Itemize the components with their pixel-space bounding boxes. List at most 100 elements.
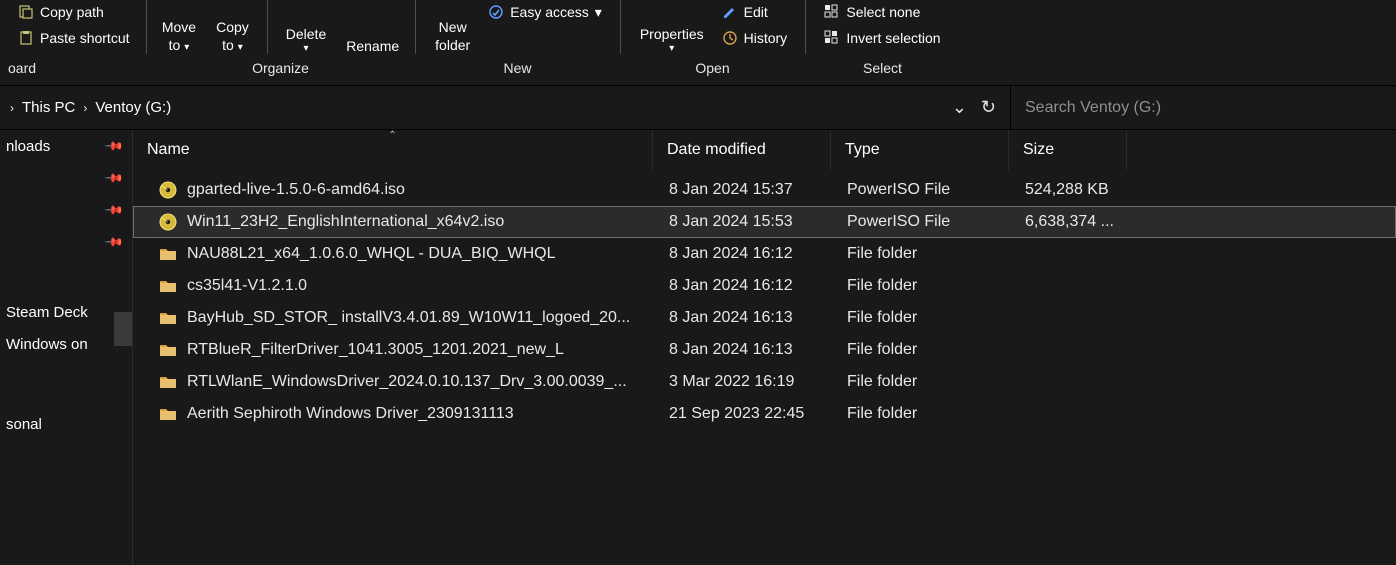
new-folder-button[interactable]: Newfolder bbox=[427, 0, 478, 54]
edit-button[interactable]: Edit bbox=[716, 0, 794, 24]
cell-date: 21 Sep 2023 22:45 bbox=[669, 405, 847, 423]
pin-icon: 📌 bbox=[104, 232, 124, 252]
sidebar-scrollbar-thumb[interactable] bbox=[114, 312, 132, 346]
address-bar: › This PC › Ventoy (G:) ⌄ ↻ bbox=[0, 86, 1396, 130]
column-header-date[interactable]: Date modified bbox=[653, 130, 831, 170]
select-none-label: Select none bbox=[846, 4, 920, 20]
copy-to-button[interactable]: Copyto ▾ bbox=[208, 0, 257, 54]
ribbon-group-select-label: Select bbox=[863, 54, 902, 84]
rename-label: Rename bbox=[346, 38, 399, 54]
copy-to-label: Copyto ▾ bbox=[216, 18, 249, 54]
disc-icon bbox=[159, 213, 177, 231]
sidebar-item[interactable]: 📌 bbox=[0, 226, 132, 258]
ribbon-group-clipboard: Copy path Paste shortcut oard bbox=[0, 0, 142, 84]
easy-access-button[interactable]: Easy access ▾ bbox=[482, 0, 608, 24]
table-row[interactable]: NAU88L21_x64_1.0.6.0_WHQL - DUA_BIQ_WHQL… bbox=[133, 238, 1396, 270]
invert-selection-label: Invert selection bbox=[846, 30, 940, 46]
cell-date: 8 Jan 2024 15:37 bbox=[669, 181, 847, 199]
column-header-type-label: Type bbox=[845, 141, 880, 159]
ribbon-separator bbox=[146, 0, 147, 54]
navigation-sidebar[interactable]: nloads 📌 📌 📌 📌 Steam Deck Windows on son… bbox=[0, 130, 132, 565]
copy-path-icon bbox=[18, 4, 34, 20]
edit-icon bbox=[722, 4, 738, 20]
sidebar-item[interactable]: 📌 bbox=[0, 194, 132, 226]
copy-path-button[interactable]: Copy path bbox=[12, 0, 136, 24]
cell-date: 8 Jan 2024 15:53 bbox=[669, 213, 847, 231]
folder-icon bbox=[159, 309, 177, 327]
cell-name: BayHub_SD_STOR_ installV3.4.01.89_W10W11… bbox=[133, 309, 669, 327]
cell-type: PowerISO File bbox=[847, 181, 1025, 199]
ribbon-separator bbox=[415, 0, 416, 54]
history-icon bbox=[722, 30, 738, 46]
history-label: History bbox=[744, 30, 788, 46]
ribbon-group-new: Newfolder Easy access ▾ New bbox=[420, 0, 616, 84]
copy-path-label: Copy path bbox=[40, 4, 104, 20]
breadcrumb-sep-icon: › bbox=[83, 101, 87, 115]
cell-date: 8 Jan 2024 16:13 bbox=[669, 309, 847, 327]
delete-label: Delete bbox=[286, 26, 326, 42]
cell-name: NAU88L21_x64_1.0.6.0_WHQL - DUA_BIQ_WHQL bbox=[133, 245, 669, 263]
cell-type: File folder bbox=[847, 341, 1025, 359]
sort-indicator-icon: ⌃ bbox=[388, 130, 396, 141]
paste-shortcut-button[interactable]: Paste shortcut bbox=[12, 26, 136, 50]
ribbon-group-select: Select none Invert selection Select bbox=[810, 0, 956, 84]
column-header-name[interactable]: Name ⌃ bbox=[133, 130, 653, 170]
folder-icon bbox=[159, 245, 177, 263]
cell-type: PowerISO File bbox=[847, 213, 1025, 231]
pin-icon: 📌 bbox=[104, 200, 124, 220]
column-header-size[interactable]: Size bbox=[1009, 130, 1127, 170]
file-name: Aerith Sephiroth Windows Driver_23091311… bbox=[187, 405, 514, 423]
properties-label: Properties bbox=[640, 26, 704, 42]
breadcrumb[interactable]: › This PC › Ventoy (G:) bbox=[0, 86, 946, 129]
breadcrumb-sep-icon: › bbox=[10, 101, 14, 115]
search-input[interactable] bbox=[1025, 99, 1382, 117]
disc-icon bbox=[159, 181, 177, 199]
history-button[interactable]: History bbox=[716, 26, 794, 50]
breadcrumb-current[interactable]: Ventoy (G:) bbox=[95, 99, 171, 116]
rename-button[interactable]: Rename bbox=[338, 0, 407, 54]
breadcrumb-this-pc[interactable]: This PC bbox=[22, 99, 75, 116]
file-name: BayHub_SD_STOR_ installV3.4.01.89_W10W11… bbox=[187, 309, 630, 327]
chevron-down-icon: ▾ bbox=[669, 44, 674, 54]
ribbon-group-open: Properties ▾ Edit History Open bbox=[625, 0, 801, 84]
ribbon-separator bbox=[805, 0, 806, 54]
table-row[interactable]: gparted-live-1.5.0-6-amd64.iso8 Jan 2024… bbox=[133, 174, 1396, 206]
refresh-button[interactable]: ↻ bbox=[981, 97, 996, 118]
properties-button[interactable]: Properties ▾ bbox=[632, 0, 712, 54]
column-header-type[interactable]: Type bbox=[831, 130, 1009, 170]
sidebar-item-steam-deck[interactable]: Steam Deck bbox=[0, 296, 132, 328]
table-row[interactable]: BayHub_SD_STOR_ installV3.4.01.89_W10W11… bbox=[133, 302, 1396, 334]
cell-type: File folder bbox=[847, 309, 1025, 327]
cell-name: RTLWlanE_WindowsDriver_2024.0.10.137_Drv… bbox=[133, 373, 669, 391]
file-name: RTLWlanE_WindowsDriver_2024.0.10.137_Drv… bbox=[187, 373, 627, 391]
search-box[interactable] bbox=[1010, 86, 1396, 129]
table-row[interactable]: RTLWlanE_WindowsDriver_2024.0.10.137_Drv… bbox=[133, 366, 1396, 398]
cell-type: File folder bbox=[847, 245, 1025, 263]
select-none-button[interactable]: Select none bbox=[818, 0, 946, 24]
paste-shortcut-icon bbox=[18, 30, 34, 46]
table-row[interactable]: Aerith Sephiroth Windows Driver_23091311… bbox=[133, 398, 1396, 430]
table-row[interactable]: cs35l41-V1.2.1.08 Jan 2024 16:12File fol… bbox=[133, 270, 1396, 302]
pin-icon: 📌 bbox=[104, 136, 124, 156]
sidebar-item-label: sonal bbox=[6, 416, 42, 433]
table-row[interactable]: Win11_23H2_EnglishInternational_x64v2.is… bbox=[133, 206, 1396, 238]
sidebar-item-downloads[interactable]: nloads 📌 bbox=[0, 130, 132, 162]
cell-size: 524,288 KB bbox=[1025, 181, 1143, 199]
cell-date: 3 Mar 2022 16:19 bbox=[669, 373, 847, 391]
ribbon-group-open-label: Open bbox=[695, 54, 729, 84]
ribbon-group-new-label: New bbox=[503, 54, 531, 84]
cell-date: 8 Jan 2024 16:12 bbox=[669, 277, 847, 295]
table-row[interactable]: RTBlueR_FilterDriver_1041.3005_1201.2021… bbox=[133, 334, 1396, 366]
delete-button[interactable]: Delete ▾ bbox=[278, 0, 334, 54]
chevron-down-icon: ▾ bbox=[595, 4, 602, 21]
ribbon-group-organize-label: Organize bbox=[252, 54, 309, 84]
sidebar-item[interactable]: 📌 bbox=[0, 162, 132, 194]
main-split: nloads 📌 📌 📌 📌 Steam Deck Windows on son… bbox=[0, 130, 1396, 565]
sidebar-item-windows-on[interactable]: Windows on bbox=[0, 328, 132, 360]
easy-access-icon bbox=[488, 4, 504, 20]
move-to-button[interactable]: Moveto ▾ bbox=[154, 0, 204, 54]
address-dropdown-button[interactable]: ⌄ bbox=[952, 97, 967, 118]
sidebar-item-personal[interactable]: sonal bbox=[0, 408, 132, 440]
column-header-size-label: Size bbox=[1023, 141, 1054, 159]
invert-selection-button[interactable]: Invert selection bbox=[818, 26, 946, 50]
